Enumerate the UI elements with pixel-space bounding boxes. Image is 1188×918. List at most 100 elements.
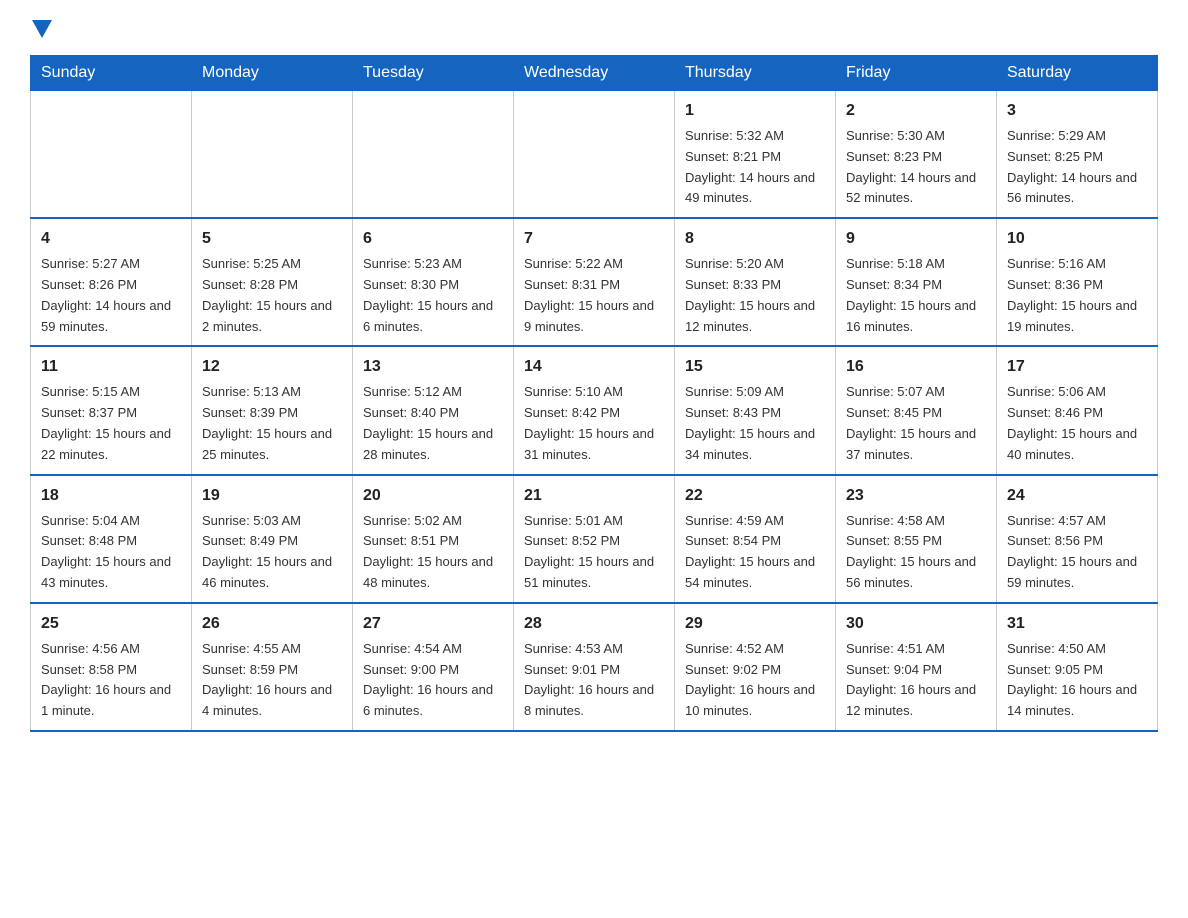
- calendar-table: SundayMondayTuesdayWednesdayThursdayFrid…: [30, 55, 1158, 732]
- day-cell: 4Sunrise: 5:27 AM Sunset: 8:26 PM Daylig…: [31, 218, 192, 346]
- day-cell: 8 Sunrise: 5:20 AM Sunset: 8:33 PM Daylig…: [675, 218, 836, 346]
- calendar-body: 1 Sunrise: 5:32 AM Sunset: 8:21 PM Daylig…: [31, 91, 1158, 731]
- day-number: 16: [846, 355, 986, 379]
- day-cell: [514, 91, 675, 219]
- day-number: 24: [1007, 484, 1147, 508]
- day-info: Sunrise: 5:20 AM Sunset: 8:33 PM Dayligh…: [685, 254, 825, 337]
- day-cell: [192, 91, 353, 219]
- day-number: 18: [41, 484, 181, 508]
- day-cell: 11 Sunrise: 5:15 AM Sunset: 8:37 PM Dayli…: [31, 346, 192, 474]
- day-info: Sunrise: 5:18 AM Sunset: 8:34 PM Dayligh…: [846, 254, 986, 337]
- day-number: 31: [1007, 612, 1147, 636]
- week-row-1: 1 Sunrise: 5:32 AM Sunset: 8:21 PM Daylig…: [31, 91, 1158, 219]
- day-info: Sunrise: 4:53 AM Sunset: 9:01 PM Dayligh…: [524, 639, 664, 722]
- weekday-header-monday: Monday: [192, 56, 353, 91]
- day-info: Sunrise: 5:03 AM Sunset: 8:49 PM Dayligh…: [202, 511, 342, 594]
- weekday-header-thursday: Thursday: [675, 56, 836, 91]
- day-number: 22: [685, 484, 825, 508]
- day-number: 21: [524, 484, 664, 508]
- day-cell: 1 Sunrise: 5:32 AM Sunset: 8:21 PM Daylig…: [675, 91, 836, 219]
- day-cell: 17 Sunrise: 5:06 AM Sunset: 8:46 PM Dayli…: [997, 346, 1158, 474]
- day-info: Sunrise: 5:07 AM Sunset: 8:45 PM Dayligh…: [846, 382, 986, 465]
- day-number: 13: [363, 355, 503, 379]
- day-info: Sunrise: 4:55 AM Sunset: 8:59 PM Dayligh…: [202, 639, 342, 722]
- day-number: 11: [41, 355, 181, 379]
- day-number: 19: [202, 484, 342, 508]
- day-info: Sunrise: 4:52 AM Sunset: 9:02 PM Dayligh…: [685, 639, 825, 722]
- day-cell: 6Sunrise: 5:23 AM Sunset: 8:30 PM Daylig…: [353, 218, 514, 346]
- day-number: 30: [846, 612, 986, 636]
- day-info: Sunrise: 5:32 AM Sunset: 8:21 PM Dayligh…: [685, 126, 825, 209]
- day-number: 8: [685, 227, 825, 251]
- day-cell: 5Sunrise: 5:25 AM Sunset: 8:28 PM Daylig…: [192, 218, 353, 346]
- day-number: 14: [524, 355, 664, 379]
- day-cell: 30 Sunrise: 4:51 AM Sunset: 9:04 PM Dayli…: [836, 603, 997, 731]
- day-cell: 9 Sunrise: 5:18 AM Sunset: 8:34 PM Daylig…: [836, 218, 997, 346]
- weekday-header-wednesday: Wednesday: [514, 56, 675, 91]
- day-number: 28: [524, 612, 664, 636]
- day-cell: [31, 91, 192, 219]
- day-number: 9: [846, 227, 986, 251]
- day-number: 1: [685, 99, 825, 123]
- page-header: [30, 20, 1158, 45]
- day-info: Sunrise: 4:50 AM Sunset: 9:05 PM Dayligh…: [1007, 639, 1147, 722]
- day-info: Sunrise: 5:09 AM Sunset: 8:43 PM Dayligh…: [685, 382, 825, 465]
- week-row-3: 11 Sunrise: 5:15 AM Sunset: 8:37 PM Dayli…: [31, 346, 1158, 474]
- day-info: Sunrise: 5:29 AM Sunset: 8:25 PM Dayligh…: [1007, 126, 1147, 209]
- day-cell: 31 Sunrise: 4:50 AM Sunset: 9:05 PM Dayli…: [997, 603, 1158, 731]
- day-cell: [353, 91, 514, 219]
- day-number: 26: [202, 612, 342, 636]
- week-row-4: 18 Sunrise: 5:04 AM Sunset: 8:48 PM Dayli…: [31, 475, 1158, 603]
- day-cell: 15 Sunrise: 5:09 AM Sunset: 8:43 PM Dayli…: [675, 346, 836, 474]
- day-cell: 10 Sunrise: 5:16 AM Sunset: 8:36 PM Dayli…: [997, 218, 1158, 346]
- day-cell: 25Sunrise: 4:56 AM Sunset: 8:58 PM Dayli…: [31, 603, 192, 731]
- day-number: 29: [685, 612, 825, 636]
- calendar-header: SundayMondayTuesdayWednesdayThursdayFrid…: [31, 56, 1158, 91]
- day-number: 17: [1007, 355, 1147, 379]
- day-cell: 18 Sunrise: 5:04 AM Sunset: 8:48 PM Dayli…: [31, 475, 192, 603]
- day-cell: 22 Sunrise: 4:59 AM Sunset: 8:54 PM Dayli…: [675, 475, 836, 603]
- day-info: Sunrise: 4:58 AM Sunset: 8:55 PM Dayligh…: [846, 511, 986, 594]
- day-cell: 20 Sunrise: 5:02 AM Sunset: 8:51 PM Dayli…: [353, 475, 514, 603]
- day-info: Sunrise: 5:15 AM Sunset: 8:37 PM Dayligh…: [41, 382, 181, 465]
- day-number: 23: [846, 484, 986, 508]
- day-info: Sunrise: 5:30 AM Sunset: 8:23 PM Dayligh…: [846, 126, 986, 209]
- day-info: Sunrise: 4:51 AM Sunset: 9:04 PM Dayligh…: [846, 639, 986, 722]
- day-info: Sunrise: 5:02 AM Sunset: 8:51 PM Dayligh…: [363, 511, 503, 594]
- day-cell: 26 Sunrise: 4:55 AM Sunset: 8:59 PM Dayli…: [192, 603, 353, 731]
- day-number: 2: [846, 99, 986, 123]
- day-info: Sunrise: 4:57 AM Sunset: 8:56 PM Dayligh…: [1007, 511, 1147, 594]
- day-cell: 3Sunrise: 5:29 AM Sunset: 8:25 PM Daylig…: [997, 91, 1158, 219]
- day-info: Sunrise: 5:27 AM Sunset: 8:26 PM Dayligh…: [41, 254, 181, 337]
- day-number: 20: [363, 484, 503, 508]
- day-info: Sunrise: 5:10 AM Sunset: 8:42 PM Dayligh…: [524, 382, 664, 465]
- day-number: 27: [363, 612, 503, 636]
- day-info: Sunrise: 5:01 AM Sunset: 8:52 PM Dayligh…: [524, 511, 664, 594]
- day-info: Sunrise: 4:59 AM Sunset: 8:54 PM Dayligh…: [685, 511, 825, 594]
- day-cell: 29 Sunrise: 4:52 AM Sunset: 9:02 PM Dayli…: [675, 603, 836, 731]
- day-cell: 14 Sunrise: 5:10 AM Sunset: 8:42 PM Dayli…: [514, 346, 675, 474]
- day-info: Sunrise: 5:06 AM Sunset: 8:46 PM Dayligh…: [1007, 382, 1147, 465]
- week-row-2: 4Sunrise: 5:27 AM Sunset: 8:26 PM Daylig…: [31, 218, 1158, 346]
- day-cell: 28 Sunrise: 4:53 AM Sunset: 9:01 PM Dayli…: [514, 603, 675, 731]
- day-info: Sunrise: 5:13 AM Sunset: 8:39 PM Dayligh…: [202, 382, 342, 465]
- week-row-5: 25Sunrise: 4:56 AM Sunset: 8:58 PM Dayli…: [31, 603, 1158, 731]
- day-number: 12: [202, 355, 342, 379]
- day-info: Sunrise: 5:12 AM Sunset: 8:40 PM Dayligh…: [363, 382, 503, 465]
- day-info: Sunrise: 5:22 AM Sunset: 8:31 PM Dayligh…: [524, 254, 664, 337]
- weekday-header-tuesday: Tuesday: [353, 56, 514, 91]
- logo: [30, 20, 52, 45]
- day-number: 6: [363, 227, 503, 251]
- day-cell: 27Sunrise: 4:54 AM Sunset: 9:00 PM Dayli…: [353, 603, 514, 731]
- day-info: Sunrise: 5:04 AM Sunset: 8:48 PM Dayligh…: [41, 511, 181, 594]
- day-number: 10: [1007, 227, 1147, 251]
- logo-triangle-icon: [32, 20, 52, 40]
- day-number: 15: [685, 355, 825, 379]
- day-cell: 19 Sunrise: 5:03 AM Sunset: 8:49 PM Dayli…: [192, 475, 353, 603]
- weekday-row: SundayMondayTuesdayWednesdayThursdayFrid…: [31, 56, 1158, 91]
- day-cell: 16 Sunrise: 5:07 AM Sunset: 8:45 PM Dayli…: [836, 346, 997, 474]
- day-number: 25: [41, 612, 181, 636]
- day-cell: 12 Sunrise: 5:13 AM Sunset: 8:39 PM Dayli…: [192, 346, 353, 474]
- day-info: Sunrise: 5:16 AM Sunset: 8:36 PM Dayligh…: [1007, 254, 1147, 337]
- day-cell: 24 Sunrise: 4:57 AM Sunset: 8:56 PM Dayli…: [997, 475, 1158, 603]
